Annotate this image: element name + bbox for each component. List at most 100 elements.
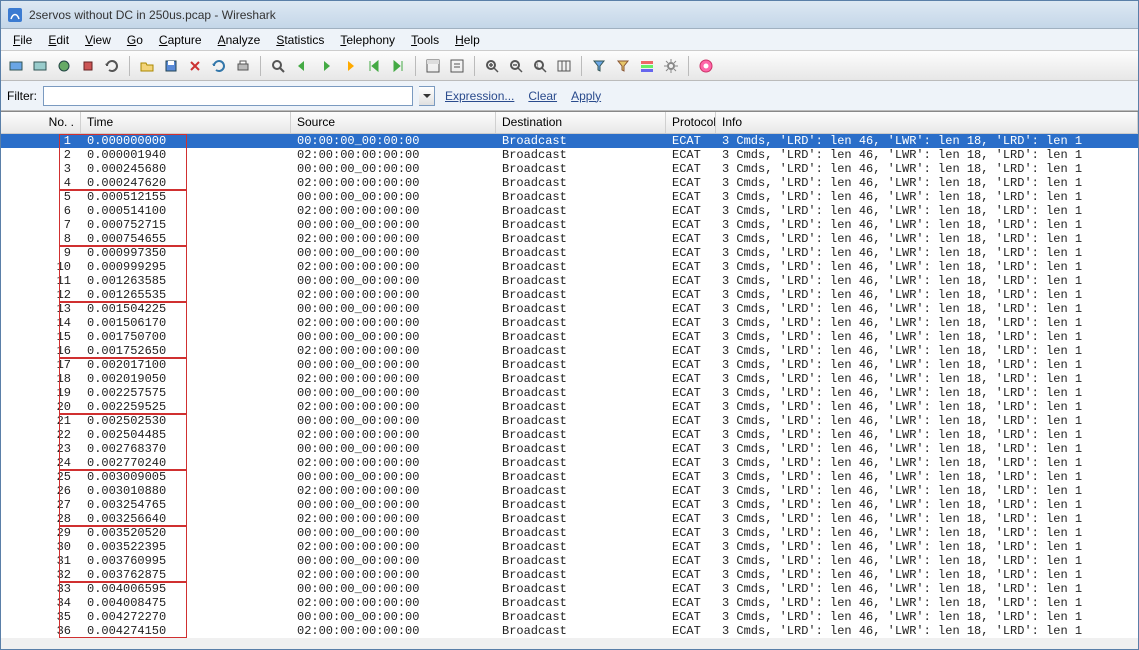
cell-source: 02:00:00:00:00:00 (291, 204, 496, 218)
packet-row[interactable]: 50.00051215500:00:00_00:00:00BroadcastEC… (1, 190, 1138, 204)
packet-row[interactable]: 220.00250448502:00:00:00:00:00BroadcastE… (1, 428, 1138, 442)
preferences-icon[interactable] (660, 55, 682, 77)
go-forward-icon[interactable] (315, 55, 337, 77)
column-header-info[interactable]: Info (716, 112, 1138, 133)
packet-row[interactable]: 180.00201905002:00:00:00:00:00BroadcastE… (1, 372, 1138, 386)
print-icon[interactable] (232, 55, 254, 77)
packet-row[interactable]: 120.00126553502:00:00:00:00:00BroadcastE… (1, 288, 1138, 302)
expression-button[interactable]: Expression... (441, 89, 518, 103)
packet-row[interactable]: 330.00400659500:00:00_00:00:00BroadcastE… (1, 582, 1138, 596)
cell-time: 0.000000000 (81, 134, 291, 148)
cell-protocol: ECAT (666, 176, 716, 190)
packet-row[interactable]: 230.00276837000:00:00_00:00:00BroadcastE… (1, 442, 1138, 456)
packet-row[interactable]: 130.00150422500:00:00_00:00:00BroadcastE… (1, 302, 1138, 316)
menu-analyze[interactable]: Analyze (210, 31, 269, 49)
cell-protocol: ECAT (666, 540, 716, 554)
cell-time: 0.001750700 (81, 330, 291, 344)
cell-no: 15 (1, 330, 81, 344)
auto-scroll-icon[interactable] (446, 55, 468, 77)
capture-filters-icon[interactable] (588, 55, 610, 77)
packet-row[interactable]: 320.00376287502:00:00:00:00:00BroadcastE… (1, 568, 1138, 582)
open-icon[interactable] (136, 55, 158, 77)
display-filters-icon[interactable] (612, 55, 634, 77)
packet-row[interactable]: 110.00126358500:00:00_00:00:00BroadcastE… (1, 274, 1138, 288)
close-icon[interactable] (184, 55, 206, 77)
column-header-destination[interactable]: Destination (496, 112, 666, 133)
packet-row[interactable]: 170.00201710000:00:00_00:00:00BroadcastE… (1, 358, 1138, 372)
packet-row[interactable]: 100.00099929502:00:00:00:00:00BroadcastE… (1, 260, 1138, 274)
options-icon[interactable] (29, 55, 51, 77)
packet-row[interactable]: 270.00325476500:00:00_00:00:00BroadcastE… (1, 498, 1138, 512)
toolbar: 1 (1, 51, 1138, 81)
colorize-icon[interactable] (422, 55, 444, 77)
packet-row[interactable]: 60.00051410002:00:00:00:00:00BroadcastEC… (1, 204, 1138, 218)
start-capture-icon[interactable] (53, 55, 75, 77)
filter-input[interactable] (43, 86, 413, 106)
zoom-in-icon[interactable] (481, 55, 503, 77)
reload-icon[interactable] (208, 55, 230, 77)
cell-no: 31 (1, 554, 81, 568)
zoom-out-icon[interactable] (505, 55, 527, 77)
apply-button[interactable]: Apply (567, 89, 605, 103)
zoom-reset-icon[interactable]: 1 (529, 55, 551, 77)
packet-row[interactable]: 260.00301088002:00:00:00:00:00BroadcastE… (1, 484, 1138, 498)
interfaces-icon[interactable] (5, 55, 27, 77)
menu-help[interactable]: Help (447, 31, 488, 49)
packet-row[interactable]: 70.00075271500:00:00_00:00:00BroadcastEC… (1, 218, 1138, 232)
find-icon[interactable] (267, 55, 289, 77)
packet-row[interactable]: 80.00075465502:00:00:00:00:00BroadcastEC… (1, 232, 1138, 246)
packet-list-body[interactable]: 10.00000000000:00:00_00:00:00BroadcastEC… (1, 134, 1138, 638)
menu-statistics[interactable]: Statistics (268, 31, 332, 49)
packet-row[interactable]: 240.00277024002:00:00:00:00:00BroadcastE… (1, 456, 1138, 470)
packet-row[interactable]: 20.00000194002:00:00:00:00:00BroadcastEC… (1, 148, 1138, 162)
menu-capture[interactable]: Capture (151, 31, 210, 49)
restart-capture-icon[interactable] (101, 55, 123, 77)
filter-dropdown-icon[interactable] (419, 86, 435, 106)
cell-protocol: ECAT (666, 330, 716, 344)
packet-row[interactable]: 300.00352239502:00:00:00:00:00BroadcastE… (1, 540, 1138, 554)
packet-row[interactable]: 310.00376099500:00:00_00:00:00BroadcastE… (1, 554, 1138, 568)
menu-view[interactable]: View (77, 31, 119, 49)
help-icon[interactable] (695, 55, 717, 77)
packet-row[interactable]: 90.00099735000:00:00_00:00:00BroadcastEC… (1, 246, 1138, 260)
column-header-protocol[interactable]: Protocol (666, 112, 716, 133)
packet-row[interactable]: 150.00175070000:00:00_00:00:00BroadcastE… (1, 330, 1138, 344)
packet-row[interactable]: 210.00250253000:00:00_00:00:00BroadcastE… (1, 414, 1138, 428)
go-first-icon[interactable] (363, 55, 385, 77)
cell-time: 0.001506170 (81, 316, 291, 330)
packet-row[interactable]: 30.00024568000:00:00_00:00:00BroadcastEC… (1, 162, 1138, 176)
go-back-icon[interactable] (291, 55, 313, 77)
packet-row[interactable]: 360.00427415002:00:00:00:00:00BroadcastE… (1, 624, 1138, 638)
go-last-icon[interactable] (387, 55, 409, 77)
cell-source: 00:00:00_00:00:00 (291, 162, 496, 176)
column-header-time[interactable]: Time (81, 112, 291, 133)
packet-row[interactable]: 250.00300900500:00:00_00:00:00BroadcastE… (1, 470, 1138, 484)
column-header-source[interactable]: Source (291, 112, 496, 133)
menu-edit[interactable]: Edit (40, 31, 77, 49)
cell-protocol: ECAT (666, 260, 716, 274)
cell-protocol: ECAT (666, 232, 716, 246)
packet-row[interactable]: 350.00427227000:00:00_00:00:00BroadcastE… (1, 610, 1138, 624)
save-icon[interactable] (160, 55, 182, 77)
packet-row[interactable]: 190.00225757500:00:00_00:00:00BroadcastE… (1, 386, 1138, 400)
packet-row[interactable]: 10.00000000000:00:00_00:00:00BroadcastEC… (1, 134, 1138, 148)
cell-info: 3 Cmds, 'LRD': len 46, 'LWR': len 18, 'L… (716, 498, 1138, 512)
coloring-rules-icon[interactable] (636, 55, 658, 77)
packet-row[interactable]: 290.00352052000:00:00_00:00:00BroadcastE… (1, 526, 1138, 540)
packet-row[interactable]: 200.00225952502:00:00:00:00:00BroadcastE… (1, 400, 1138, 414)
cell-protocol: ECAT (666, 428, 716, 442)
clear-button[interactable]: Clear (524, 89, 561, 103)
stop-capture-icon[interactable] (77, 55, 99, 77)
menu-telephony[interactable]: Telephony (332, 31, 403, 49)
menu-file[interactable]: File (5, 31, 40, 49)
packet-row[interactable]: 40.00024762002:00:00:00:00:00BroadcastEC… (1, 176, 1138, 190)
menu-tools[interactable]: Tools (403, 31, 447, 49)
menu-go[interactable]: Go (119, 31, 151, 49)
go-to-icon[interactable] (339, 55, 361, 77)
packet-row[interactable]: 140.00150617002:00:00:00:00:00BroadcastE… (1, 316, 1138, 330)
packet-row[interactable]: 160.00175265002:00:00:00:00:00BroadcastE… (1, 344, 1138, 358)
column-header-no[interactable]: No. . (1, 112, 81, 133)
packet-row[interactable]: 280.00325664002:00:00:00:00:00BroadcastE… (1, 512, 1138, 526)
resize-columns-icon[interactable] (553, 55, 575, 77)
packet-row[interactable]: 340.00400847502:00:00:00:00:00BroadcastE… (1, 596, 1138, 610)
